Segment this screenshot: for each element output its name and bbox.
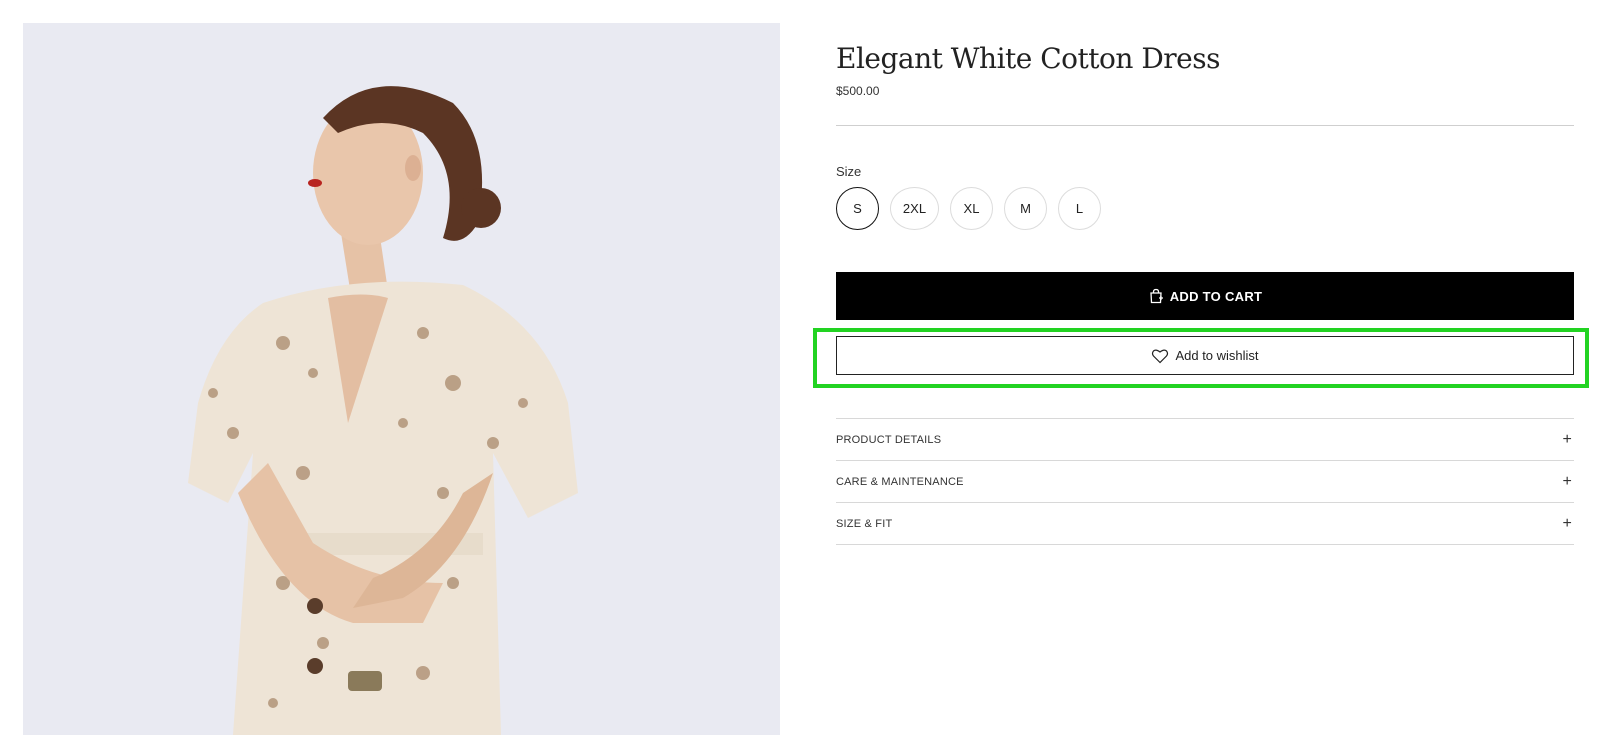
size-option-l[interactable]: L [1058,187,1101,230]
size-selector: S 2XL XL M L [836,187,1574,230]
add-to-wishlist-label: Add to wishlist [1175,348,1259,363]
product-title: Elegant White Cotton Dress [836,42,1220,75]
size-option-xl[interactable]: XL [950,187,993,230]
accordion-product-details[interactable]: PRODUCT DETAILS + [836,419,1574,461]
size-option-m[interactable]: M [1004,187,1047,230]
size-option-2xl[interactable]: 2XL [890,187,939,230]
bag-plus-icon [1150,288,1163,304]
plus-icon: + [1562,472,1572,490]
product-price: $500.00 [836,84,880,98]
plus-icon: + [1562,430,1572,448]
heart-icon [1152,349,1169,363]
product-info: Elegant White Cotton Dress $500.00 Size … [836,40,1574,320]
accordion-size-fit[interactable]: SIZE & FIT + [836,503,1574,545]
accordion-label: SIZE & FIT [836,517,893,530]
plus-icon: + [1562,514,1572,532]
product-image [23,23,780,735]
size-option-s[interactable]: S [836,187,879,230]
add-to-cart-label: ADD TO CART [1169,288,1263,304]
divider [836,125,1574,126]
accordion-label: PRODUCT DETAILS [836,433,942,446]
accordion-care-maintenance[interactable]: CARE & MAINTENANCE + [836,461,1574,503]
add-to-wishlist-button[interactable]: Add to wishlist [836,336,1574,375]
add-to-cart-button[interactable]: ADD TO CART [836,272,1574,320]
accordion-label: CARE & MAINTENANCE [836,475,964,488]
product-accordion: PRODUCT DETAILS + CARE & MAINTENANCE + S… [836,418,1574,545]
size-label: Size [836,164,862,179]
model-photo [188,86,578,735]
